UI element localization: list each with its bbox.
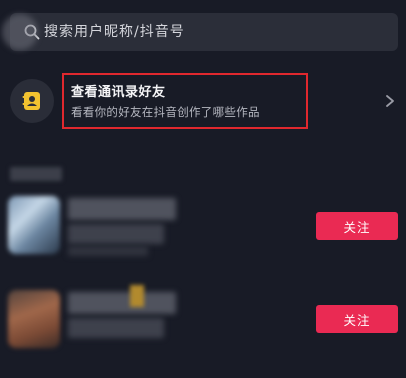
suggested-user-row[interactable]: 关注 bbox=[0, 192, 406, 262]
avatar[interactable] bbox=[8, 196, 60, 254]
search-bar[interactable] bbox=[10, 13, 398, 51]
contacts-icon-container bbox=[10, 79, 54, 123]
avatar[interactable] bbox=[8, 290, 60, 348]
user-info-blurred bbox=[68, 318, 164, 338]
follow-button[interactable]: 关注 bbox=[316, 212, 398, 240]
user-info-blurred bbox=[68, 224, 164, 244]
chevron-right-icon bbox=[386, 95, 394, 107]
follow-button[interactable]: 关注 bbox=[316, 305, 398, 333]
suggested-user-row[interactable]: 关注 bbox=[0, 285, 406, 356]
user-detail-blurred bbox=[68, 246, 148, 256]
add-friends-page: 查看通讯录好友 看看你的好友在抖音创作了哪些作品 关注 关注 bbox=[0, 0, 406, 378]
touch-indicator bbox=[2, 14, 38, 50]
contacts-subtitle: 看看你的好友在抖音创作了哪些作品 bbox=[71, 105, 260, 119]
view-contacts-row[interactable]: 查看通讯录好友 看看你的好友在抖音创作了哪些作品 bbox=[0, 73, 406, 129]
search-input[interactable] bbox=[44, 13, 384, 51]
contacts-book-icon bbox=[22, 92, 40, 110]
user-badge-blurred bbox=[130, 285, 144, 307]
section-header-blurred bbox=[10, 167, 62, 181]
user-name-blurred bbox=[68, 292, 176, 314]
user-name-blurred bbox=[68, 198, 176, 220]
contacts-title: 查看通讯录好友 bbox=[71, 85, 166, 100]
